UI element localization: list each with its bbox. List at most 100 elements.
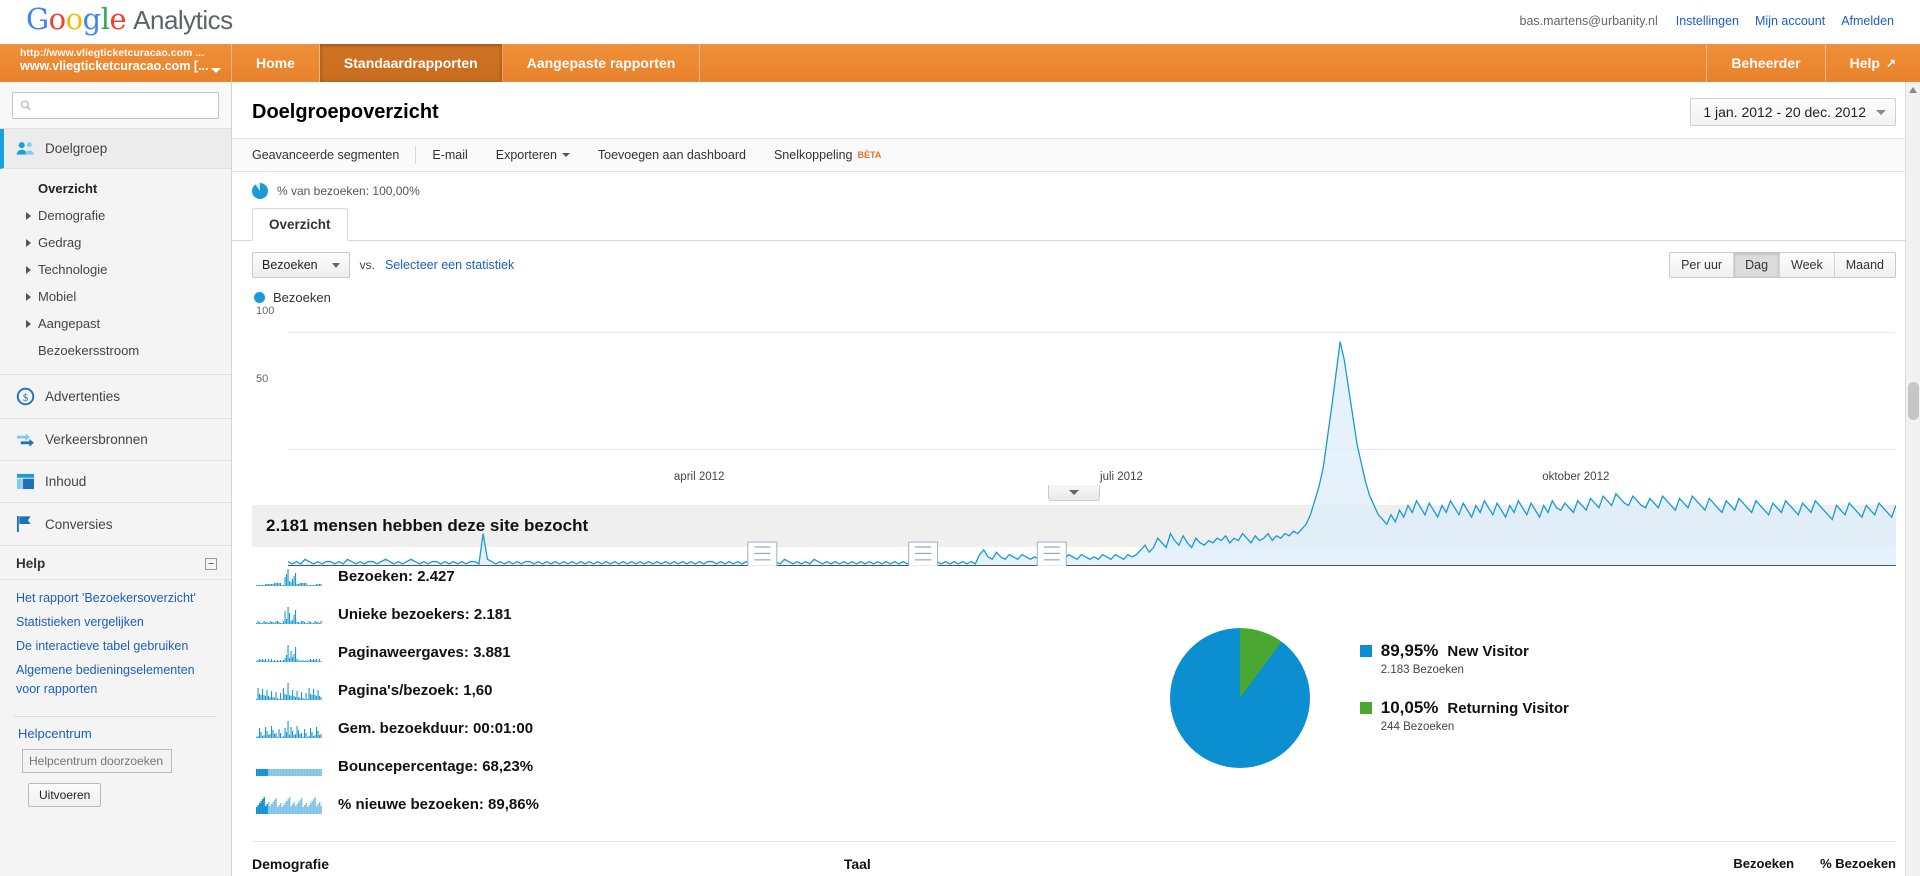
my-account-link[interactable]: Mijn account xyxy=(1755,14,1825,28)
tab-aangepaste-rapporten[interactable]: Aangepaste rapporten xyxy=(503,44,701,82)
shortcut-button[interactable]: Snelkoppeling BÈTA xyxy=(760,139,895,171)
stat-value: 68,23% xyxy=(482,757,534,775)
segment-row: % van bezoeken: 100,00% xyxy=(232,172,1920,208)
sign-out-link[interactable]: Afmelden xyxy=(1841,14,1894,28)
demografie-header: Demografie xyxy=(252,856,330,872)
settings-link[interactable]: Instellingen xyxy=(1676,14,1739,28)
stat-value: 2.427 xyxy=(417,567,455,585)
chevron-right-icon xyxy=(26,239,31,247)
swatch-new-visitor xyxy=(1359,645,1372,657)
sidebar-subitem-aangepast[interactable]: Aangepast xyxy=(0,310,231,337)
legend-label: Bezoeken xyxy=(273,290,331,305)
scrollbar-thumb[interactable] xyxy=(1908,382,1919,420)
y-axis-tick-50: 50 xyxy=(256,373,269,385)
sidebar-subitem-technologie[interactable]: Technologie xyxy=(0,256,231,283)
sidebar-item-conversies[interactable]: Conversies xyxy=(0,503,231,546)
help-link-bezoekersoverzicht[interactable]: Het rapport 'Bezoekersoverzicht' xyxy=(0,586,231,610)
tab-overzicht[interactable]: Overzicht xyxy=(252,208,348,241)
dollar-icon: $ xyxy=(16,387,35,406)
x-axis-labels: april 2012 juli 2012 oktober 2012 xyxy=(288,471,1896,489)
sidebar-subitem-demografie[interactable]: Demografie xyxy=(0,202,231,229)
stat-row: Pagina's/bezoek: 1,60 xyxy=(252,671,1140,709)
stat-name: Gem. bezoekduur: xyxy=(338,719,474,737)
help-link-interactieve-tabel[interactable]: De interactieve tabel gebruiken xyxy=(0,634,231,658)
granularity-maand[interactable]: Maand xyxy=(1834,253,1895,277)
swatch-returning-visitor xyxy=(1359,702,1372,714)
chevron-right-icon xyxy=(26,320,31,328)
sidebar-subitem-gedrag[interactable]: Gedrag xyxy=(0,229,231,256)
chart-controls: Bezoeken vs. Selecteer een statistiek Pe… xyxy=(232,241,1920,284)
tab-beheerder[interactable]: Beheerder xyxy=(1706,44,1824,82)
stat-row: Unieke bezoekers: 2.181 xyxy=(252,595,1140,633)
sidebar-item-label: Advertenties xyxy=(45,389,121,404)
column-pct-bezoeken: % Bezoeken xyxy=(1820,856,1896,871)
help-label: Help xyxy=(1849,55,1880,71)
timeline-chart[interactable]: 100 50 xyxy=(252,305,1896,567)
top-bar: Google Analytics bas.martens@urbanity.nl I… xyxy=(0,0,1920,44)
sidebar-subitem-overzicht[interactable]: Overzicht xyxy=(0,175,231,202)
page-scrollbar[interactable] xyxy=(1905,82,1920,876)
tab-help[interactable]: Help ↗ xyxy=(1824,44,1920,82)
metric-selector[interactable]: Bezoeken xyxy=(252,252,350,278)
profile-selector[interactable]: http://www.vliegticketcuracao.com ... ww… xyxy=(0,44,232,82)
returning-visitor-visits: 244 Bezoeken xyxy=(1380,721,1455,733)
chevron-down-icon xyxy=(561,153,570,157)
sparkline xyxy=(256,645,322,662)
advanced-segments-button[interactable]: Geavanceerde segmenten xyxy=(252,139,413,171)
date-range-selector[interactable]: 1 jan. 2012 - 20 dec. 2012 xyxy=(1690,98,1896,126)
sidebar-subitem-mobiel[interactable]: Mobiel xyxy=(0,283,231,310)
segment-label: % van bezoeken: 100,00% xyxy=(277,184,420,198)
export-button[interactable]: Exporteren xyxy=(482,139,584,171)
granularity-week[interactable]: Week xyxy=(1780,253,1835,277)
sparkline xyxy=(256,607,322,624)
vs-label: vs. xyxy=(359,258,375,272)
sidebar-item-inhoud[interactable]: Inhoud xyxy=(0,461,231,503)
profile-name: www.vliegticketcuracao.com [... xyxy=(20,59,209,74)
sparkline xyxy=(256,569,322,586)
email-button[interactable]: E-mail xyxy=(418,139,481,171)
sidebar-item-label: Verkeersbronnen xyxy=(45,432,148,447)
collapse-icon[interactable]: – xyxy=(205,557,217,570)
help-search-input[interactable] xyxy=(22,748,172,773)
main-content: Doelgroepoverzicht 1 jan. 2012 - 20 dec.… xyxy=(232,82,1920,876)
x-axis-tick-label: oktober 2012 xyxy=(1542,471,1610,483)
x-axis-tick-label: april 2012 xyxy=(673,471,725,483)
product-name: Analytics xyxy=(133,5,233,35)
doelgroep-submenu: Overzicht Demografie Gedrag Technologie … xyxy=(0,169,231,375)
stats-list: Bezoeken: 2.427 Unieke bezoekers: 2.181 Pa… xyxy=(252,557,1140,823)
tab-standaardrapporten[interactable]: Standaardrapporten xyxy=(319,44,503,82)
select-metric-link[interactable]: Selecteer een statistiek xyxy=(385,258,514,272)
scroll-up-icon[interactable] xyxy=(1909,87,1917,93)
granularity-per-uur[interactable]: Per uur xyxy=(1670,253,1735,277)
flag-icon xyxy=(16,515,31,533)
sidebar-subitem-bezoekersstroom[interactable]: Bezoekersstroom xyxy=(0,337,231,364)
search-box[interactable] xyxy=(12,92,219,119)
help-link-algemene-bedieningselementen[interactable]: Algemene bedieningselementen voor rappor… xyxy=(0,658,231,700)
stat-row: Bouncepercentage: 68,23% xyxy=(252,747,1140,785)
sidebar-item-verkeersbronnen[interactable]: Verkeersbronnen xyxy=(0,419,231,461)
sidebar-item-advertenties[interactable]: $ Advertenties xyxy=(0,375,231,419)
stat-row: Gem. bezoekduur: 00:01:00 xyxy=(252,709,1140,747)
add-to-dashboard-button[interactable]: Toevoegen aan dashboard xyxy=(584,139,760,171)
help-link-statistieken-vergelijken[interactable]: Statistieken vergelijken xyxy=(0,610,231,634)
segment-pie-icon xyxy=(252,183,268,199)
chevron-right-icon xyxy=(26,266,31,274)
help-section-header[interactable]: Help – xyxy=(0,546,231,580)
bottom-section-headers: Demografie Taal Bezoeken % Bezoeken xyxy=(252,841,1896,872)
sidebar-subitem-label: Aangepast xyxy=(38,316,101,331)
help-search-submit-button[interactable]: Uitvoeren xyxy=(28,782,102,807)
legend-color-dot xyxy=(254,292,265,303)
search-input[interactable] xyxy=(36,97,211,114)
granularity-dag[interactable]: Dag xyxy=(1734,253,1781,277)
helpcentrum-link[interactable]: Helpcentrum xyxy=(0,724,231,741)
sidebar-item-doelgroep[interactable]: Doelgroep xyxy=(0,129,231,169)
audience-icon xyxy=(16,142,34,155)
chart-legend: Bezoeken xyxy=(232,284,1920,305)
chevron-down-icon xyxy=(331,262,340,268)
tab-home[interactable]: Home xyxy=(232,44,320,82)
stat-label: Paginaweergaves: 3.881 xyxy=(338,644,511,661)
page-layout: Doelgroep Overzicht Demografie Gedrag Te… xyxy=(0,82,1920,876)
returning-visitor-label: Returning Visitor xyxy=(1447,699,1569,717)
stats-and-pie: Bezoeken: 2.427 Unieke bezoekers: 2.181 Pa… xyxy=(252,557,1896,823)
nav-right-group: Beheerder Help ↗ xyxy=(1706,44,1920,82)
